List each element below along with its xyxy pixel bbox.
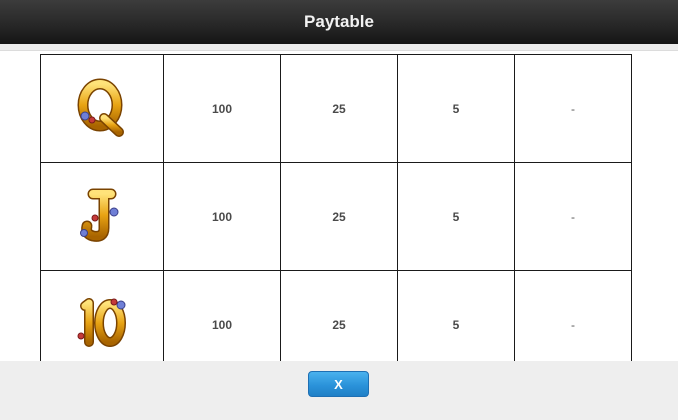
close-button[interactable]: X	[308, 371, 369, 397]
payout-cell-4: 25	[280, 270, 398, 361]
payout-cell-3: 5	[397, 162, 515, 271]
payout-cell-5: 100	[163, 54, 281, 163]
symbol-cell	[40, 162, 164, 271]
table-row: 100 25 5 -	[40, 162, 632, 271]
payout-cell-4: 25	[280, 162, 398, 271]
symbol-cell	[40, 54, 164, 163]
j-symbol-icon	[80, 188, 119, 242]
payout-cell-3: 5	[397, 54, 515, 163]
payout-cell-3: 5	[397, 270, 515, 361]
table-row: 100 25 5 -	[40, 54, 632, 163]
page-title: Paytable	[304, 12, 374, 31]
payout-cell-4: 25	[280, 54, 398, 163]
payout-cell-5: 100	[163, 270, 281, 361]
payout-cell-2: -	[514, 162, 632, 271]
q-symbol-icon	[77, 78, 124, 137]
paytable-scroll-area[interactable]: 100 25 5 - 100 25 5 - 100 25 5 -	[0, 51, 678, 361]
payout-cell-2: -	[514, 54, 632, 163]
ten-symbol-icon	[77, 298, 126, 347]
footer-bar: X	[0, 361, 678, 420]
title-bar: Paytable	[0, 0, 678, 44]
payout-cell-2: -	[514, 270, 632, 361]
header-divider	[0, 44, 678, 51]
symbol-cell	[40, 270, 164, 361]
paytable: 100 25 5 - 100 25 5 - 100 25 5 -	[40, 54, 632, 361]
paytable-container: 100 25 5 - 100 25 5 - 100 25 5 -	[40, 51, 632, 361]
payout-cell-5: 100	[163, 162, 281, 271]
table-row: 100 25 5 -	[40, 270, 632, 361]
